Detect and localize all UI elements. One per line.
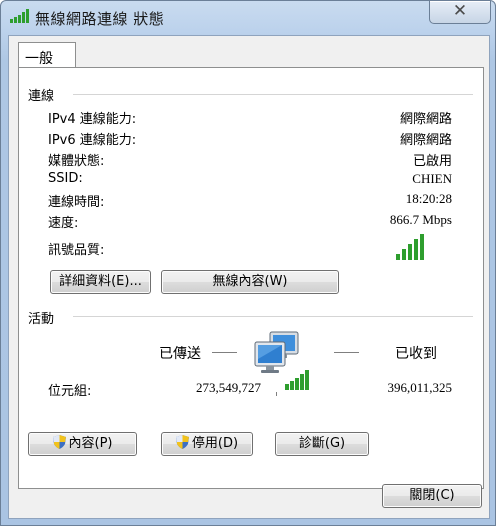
bytes-sent-value: 273,549,727 <box>196 380 261 395</box>
received-label: 已收到 <box>395 346 437 362</box>
network-computers-icon <box>254 331 309 396</box>
tab-general[interactable]: 一般 <box>18 42 76 69</box>
activity-heading: 活動 <box>28 312 55 327</box>
signal-bar <box>402 249 406 260</box>
ipv6-label: IPv6 連線能力: <box>48 133 137 148</box>
sent-connector-line <box>212 352 237 353</box>
uac-shield-icon <box>175 435 189 449</box>
connection-heading: 連線 <box>28 89 55 104</box>
media-state-value: 已啟用 <box>412 154 452 169</box>
properties-button-label: 內容(P) <box>68 436 113 451</box>
bytes-label: 位元組: <box>48 384 92 399</box>
status-window: 無線網路連線 狀態 ✕ 一般 連線 IPv4 連線能力: 網際網路 IPv6 連… <box>0 0 496 526</box>
general-panel: 連線 IPv4 連線能力: 網際網路 IPv6 連線能力: 網際網路 媒體狀態:… <box>18 67 484 489</box>
details-button[interactable]: 詳細資料(E)... <box>50 270 151 294</box>
title-bar[interactable]: 無線網路連線 狀態 ✕ <box>1 1 495 35</box>
ipv4-label: IPv4 連線能力: <box>48 112 137 127</box>
ipv6-value: 網際網路 <box>399 133 452 148</box>
ssid-label: SSID: <box>48 171 83 186</box>
received-connector-line <box>334 352 359 353</box>
disable-button[interactable]: 停用(D) <box>161 432 253 456</box>
media-state-label: 媒體狀態: <box>48 154 105 169</box>
disable-button-label: 停用(D) <box>191 436 239 451</box>
wireless-signal-icon <box>10 9 29 23</box>
signal-strength-icon <box>396 234 424 260</box>
duration-label: 連線時間: <box>48 195 105 210</box>
signal-bar <box>414 239 418 260</box>
signal-bar <box>396 254 400 260</box>
close-button[interactable]: 關閉(C) <box>382 484 482 508</box>
duration-value: 18:20:28 <box>405 191 452 206</box>
close-icon: ✕ <box>452 1 468 21</box>
connection-separator <box>73 94 473 95</box>
ssid-value: CHIEN <box>412 171 452 186</box>
uac-shield-icon <box>52 435 66 449</box>
ipv4-value: 網際網路 <box>399 112 452 127</box>
bytes-received-value: 396,011,325 <box>387 380 452 395</box>
activity-separator <box>73 316 473 317</box>
signal-bar <box>408 244 412 260</box>
tab-general-label: 一般 <box>25 51 53 67</box>
signal-quality-label: 訊號品質: <box>48 243 105 258</box>
dialog-client: 一般 連線 IPv4 連線能力: 網際網路 IPv6 連線能力: 網際網路 媒體… <box>8 35 490 519</box>
close-window-button[interactable]: ✕ <box>429 1 491 24</box>
speed-value: 866.7 Mbps <box>389 212 452 227</box>
wireless-properties-button[interactable]: 無線內容(W) <box>161 270 339 294</box>
diagnose-button[interactable]: 診斷(G) <box>275 432 369 456</box>
speed-label: 速度: <box>48 216 79 231</box>
signal-bar <box>420 234 424 260</box>
sent-label: 已傳送 <box>159 346 201 362</box>
window-title: 無線網路連線 狀態 <box>35 10 165 28</box>
properties-button[interactable]: 內容(P) <box>28 432 137 456</box>
